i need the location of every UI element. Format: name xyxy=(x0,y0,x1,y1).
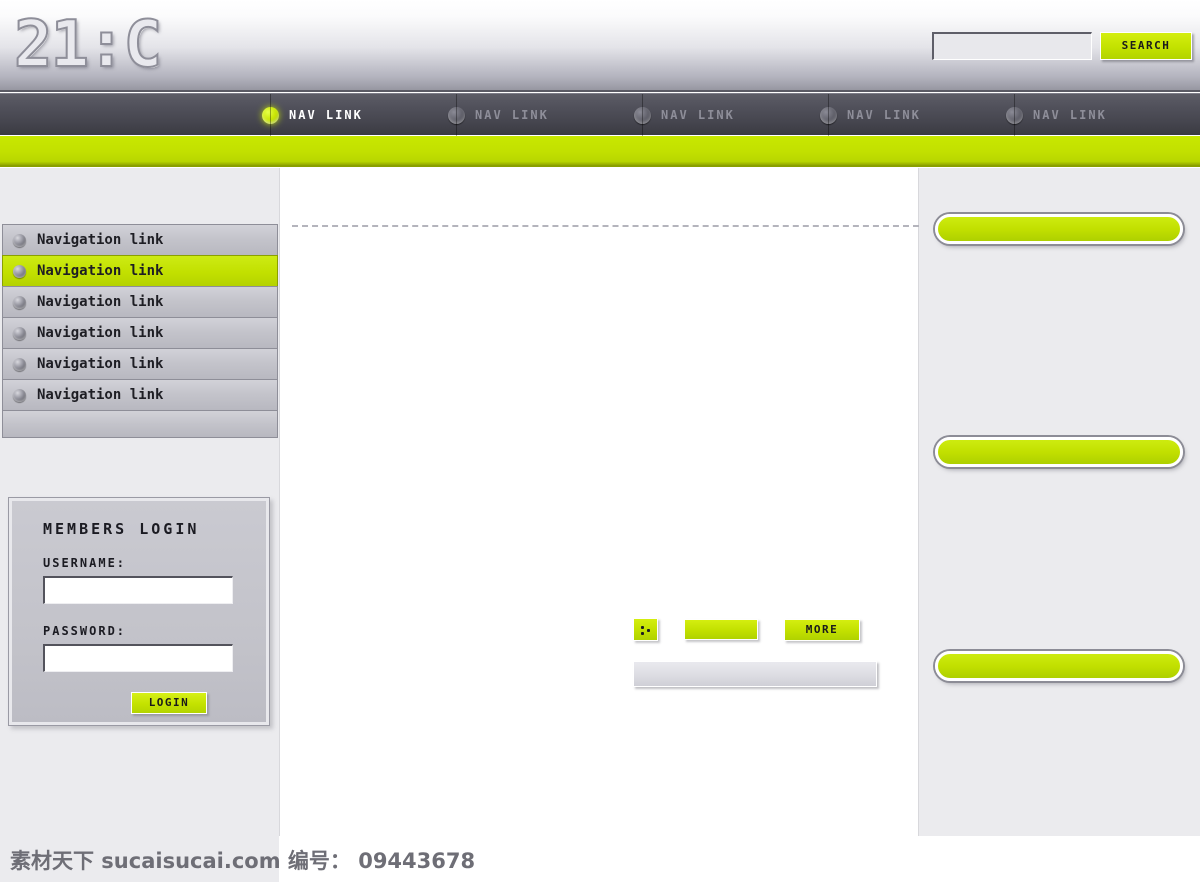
right-sidebar xyxy=(919,168,1200,882)
nav-tick-icon xyxy=(828,94,829,136)
sidebar-item-label: Navigation link xyxy=(37,232,164,248)
sidebar-item-1[interactable]: Navigation link xyxy=(2,224,278,255)
footer-area: 素材天下 sucaisucai.com 编号： 09443678 xyxy=(0,836,1200,882)
dot-icon xyxy=(641,626,644,629)
content-placeholder-bar xyxy=(633,661,877,687)
bullet-icon xyxy=(13,264,26,278)
nav-link-label: NAV LINK xyxy=(847,108,921,122)
bullet-icon xyxy=(13,295,26,309)
nav-link-3[interactable]: NAV LINK xyxy=(634,94,820,136)
sidebar-item-label: Navigation link xyxy=(37,356,164,372)
bullet-icon xyxy=(13,326,26,340)
nav-tick-icon xyxy=(270,94,271,136)
blank-green-button[interactable] xyxy=(684,619,758,640)
more-button[interactable]: MORE xyxy=(784,618,860,641)
members-login-panel: MEMBERS LOGIN USERNAME: PASSWORD: LOGIN xyxy=(8,497,270,726)
nav-link-label: NAV LINK xyxy=(475,108,549,122)
search-input[interactable] xyxy=(932,32,1092,60)
accent-band xyxy=(0,136,1200,167)
nav-link-4[interactable]: NAV LINK xyxy=(820,94,1006,136)
sidebar-item-6[interactable]: Navigation link xyxy=(2,379,278,410)
sidebar-item-label: Navigation link xyxy=(37,325,164,341)
site-header: 21:C SEARCH xyxy=(0,0,1200,92)
nav-link-label: NAV LINK xyxy=(661,108,735,122)
password-input[interactable] xyxy=(43,644,233,672)
sidebar-nav-list: Navigation link Navigation link Navigati… xyxy=(2,224,278,438)
main-nav-list: NAV LINK NAV LINK NAV LINK NAV LINK NAV xyxy=(262,94,1192,136)
nav-link-label: NAV LINK xyxy=(1033,108,1107,122)
nav-link-5[interactable]: NAV LINK xyxy=(1006,94,1192,136)
bullet-icon xyxy=(13,357,26,371)
logo-text: 21:C xyxy=(13,7,163,83)
username-input[interactable] xyxy=(43,576,233,604)
site-logo[interactable]: 21:C xyxy=(13,6,304,84)
login-panel-title: MEMBERS LOGIN xyxy=(43,520,200,538)
nav-tick-icon xyxy=(642,94,643,136)
bullet-icon xyxy=(13,233,26,247)
search-area: SEARCH xyxy=(932,32,1192,60)
nav-tick-icon xyxy=(1014,94,1015,136)
main-content: MORE xyxy=(279,168,919,882)
bullet-icon xyxy=(13,388,26,402)
password-label: PASSWORD: xyxy=(43,624,127,638)
right-rail-button-2[interactable] xyxy=(935,437,1183,467)
sidebar-item-2[interactable]: Navigation link xyxy=(2,255,278,286)
login-button[interactable]: LOGIN xyxy=(131,692,207,714)
dots-icon-button[interactable] xyxy=(633,618,658,641)
nav-link-1[interactable]: NAV LINK xyxy=(262,94,448,136)
sidebar-item-label: Navigation link xyxy=(37,263,164,279)
page-root: 21:C SEARCH NAV LINK NAV LINK NAV LINK N… xyxy=(0,0,1200,882)
nav-tick-icon xyxy=(456,94,457,136)
sidebar-item-spacer xyxy=(2,410,278,438)
dot-icon xyxy=(641,632,644,635)
right-rail-button-1[interactable] xyxy=(935,214,1183,244)
content-divider xyxy=(292,225,919,227)
dot-icon xyxy=(647,629,650,632)
right-rail-button-3[interactable] xyxy=(935,651,1183,681)
main-navbar: NAV LINK NAV LINK NAV LINK NAV LINK NAV xyxy=(0,93,1200,136)
sidebar-item-5[interactable]: Navigation link xyxy=(2,348,278,379)
left-sidebar: Navigation link Navigation link Navigati… xyxy=(0,168,279,882)
sidebar-item-4[interactable]: Navigation link xyxy=(2,317,278,348)
sidebar-item-3[interactable]: Navigation link xyxy=(2,286,278,317)
username-label: USERNAME: xyxy=(43,556,127,570)
nav-link-2[interactable]: NAV LINK xyxy=(448,94,634,136)
content-control-row: MORE xyxy=(633,618,860,641)
watermark-text: 素材天下 sucaisucai.com 编号： 09443678 xyxy=(10,849,476,873)
sidebar-item-label: Navigation link xyxy=(37,294,164,310)
nav-link-label: NAV LINK xyxy=(289,108,363,122)
sidebar-item-label: Navigation link xyxy=(37,387,164,403)
search-button[interactable]: SEARCH xyxy=(1100,32,1192,60)
